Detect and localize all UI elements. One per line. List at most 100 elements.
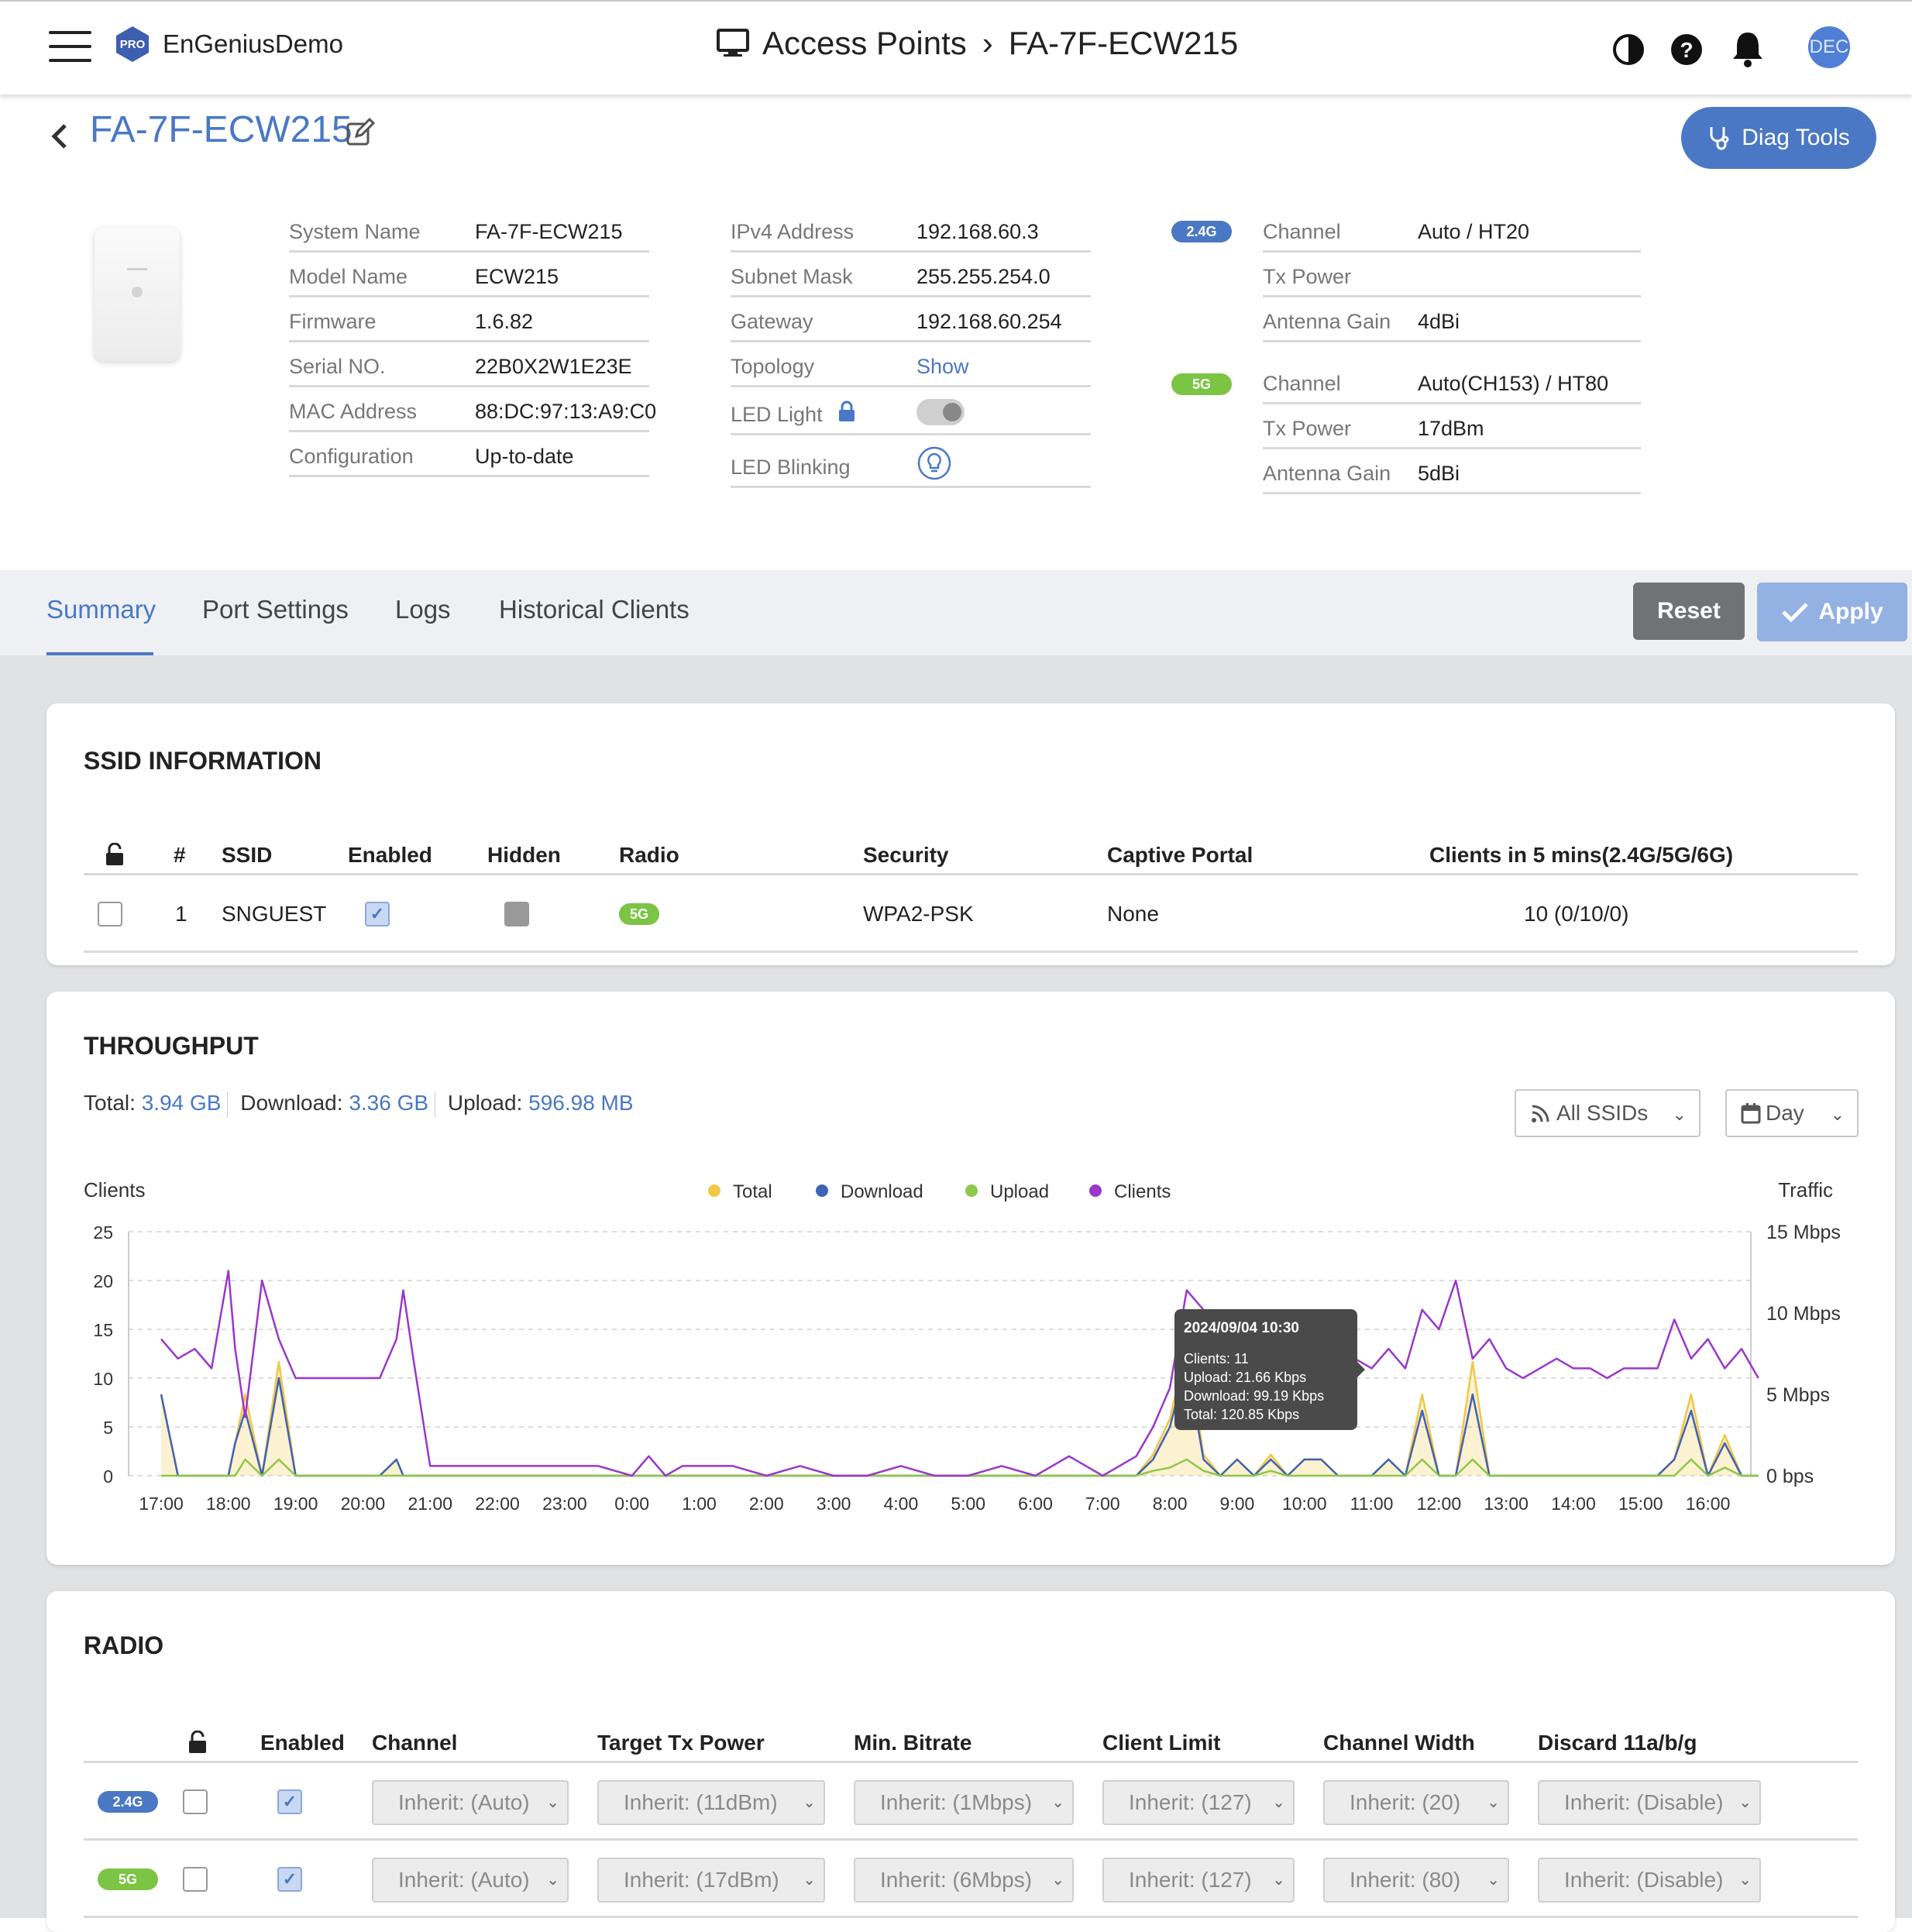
min-bitrate-select[interactable]: Inherit: (1Mbps) ⌄: [854, 1780, 1074, 1825]
chevron-down-icon: ⌄: [1048, 1870, 1064, 1889]
table-row: 5G ✓ Inherit: (Auto) ⌄ Inherit: (17dBm) ⌄ …: [84, 1841, 1858, 1918]
tx-power-select[interactable]: Inherit: (17dBm) ⌄: [597, 1858, 825, 1903]
chevron-down-icon: ⌄: [1735, 1793, 1752, 1812]
unlock-icon[interactable]: [187, 1731, 208, 1754]
y-tick-right: 0 bps: [1766, 1466, 1814, 1487]
menu-icon[interactable]: [49, 31, 91, 62]
legend-marker: [965, 1184, 978, 1197]
breadcrumb-device: FA-7F-ECW215: [1008, 25, 1239, 61]
led-light-label: LED Light: [731, 403, 823, 426]
svg-text:?: ?: [1680, 38, 1693, 62]
topology-link[interactable]: Show: [916, 355, 969, 379]
enabled-checkbox[interactable]: ✓: [365, 902, 390, 926]
gateway-value: 192.168.60.254: [916, 310, 1062, 333]
page-title: Access Points › FA-7F-ECW215: [716, 25, 1238, 62]
breadcrumb-separator: ›: [982, 25, 993, 61]
legend-label: Clients: [1114, 1181, 1171, 1202]
row-ssid: SNGUEST: [222, 902, 327, 926]
row-select-checkbox[interactable]: [183, 1789, 208, 1814]
antenna-24-value: 4dBi: [1418, 310, 1460, 333]
top-bar: PRO EnGeniusDemo Access Points › FA-7F-E…: [0, 0, 1912, 95]
reset-button[interactable]: Reset: [1633, 583, 1745, 640]
y-tick-left: 20: [93, 1271, 113, 1291]
discard-select[interactable]: Inherit: (Disable) ⌄: [1538, 1780, 1761, 1825]
config-label: Configuration: [289, 445, 414, 468]
tab-summary[interactable]: Summary: [46, 595, 156, 624]
channel-width-select[interactable]: Inherit: (80) ⌄: [1323, 1858, 1509, 1903]
led-light-toggle[interactable]: [916, 399, 965, 425]
x-tick: 14:00: [1551, 1494, 1596, 1514]
x-tick: 9:00: [1220, 1494, 1255, 1514]
channel-width-select[interactable]: Inherit: (20) ⌄: [1323, 1780, 1509, 1825]
avatar[interactable]: DEC: [1808, 26, 1850, 68]
col-hidden: Hidden: [487, 843, 561, 867]
throughput-chart: Clients Traffic Total Download Upload Clients…: [84, 1178, 1841, 1514]
x-tick: 3:00: [817, 1494, 851, 1514]
channel-24-value: Auto / HT20: [1418, 220, 1530, 243]
x-tick: 7:00: [1085, 1494, 1120, 1514]
led-blinking-label: LED Blinking: [731, 455, 851, 479]
y-tick-left: 10: [93, 1369, 113, 1389]
channel-5-label: Channel: [1263, 372, 1341, 395]
tx-power-select[interactable]: Inherit: (11dBm) ⌄: [597, 1780, 825, 1825]
tab-bar: Summary Port Settings Logs Historical Cl…: [0, 570, 1912, 655]
org-name[interactable]: EnGeniusDemo: [163, 29, 343, 59]
discard-select[interactable]: Inherit: (Disable) ⌄: [1538, 1858, 1761, 1903]
chevron-down-icon: ⌄: [1269, 1870, 1285, 1889]
y-axis-label-left: Clients: [84, 1178, 145, 1201]
x-tick: 0:00: [614, 1494, 649, 1514]
bell-icon[interactable]: [1731, 29, 1765, 68]
help-icon[interactable]: ?: [1670, 33, 1704, 67]
x-tick: 20:00: [341, 1494, 386, 1514]
x-tick: 17:00: [139, 1494, 184, 1514]
chevron-down-icon: ⌄: [800, 1870, 816, 1889]
lock-icon[interactable]: [837, 400, 856, 422]
row-security: WPA2-PSK: [863, 902, 974, 926]
gateway-label: Gateway: [731, 310, 813, 333]
channel-5-value: Auto(CH153) / HT80: [1418, 372, 1609, 395]
edit-icon[interactable]: [346, 118, 375, 147]
tooltip-download: Download: 99.19 Kbps: [1184, 1388, 1324, 1404]
client-limit-select[interactable]: Inherit: (127) ⌄: [1102, 1780, 1295, 1825]
row-select-checkbox[interactable]: [183, 1867, 208, 1892]
unlock-icon[interactable]: [104, 843, 126, 866]
antenna-5-value: 5dBi: [1418, 462, 1460, 485]
legend-marker: [708, 1184, 720, 1197]
client-limit-select[interactable]: Inherit: (127) ⌄: [1102, 1858, 1295, 1903]
breadcrumb-section[interactable]: Access Points: [762, 25, 967, 62]
enabled-checkbox[interactable]: ✓: [277, 1867, 302, 1892]
check-icon: [1782, 603, 1809, 623]
x-tick: 12:00: [1417, 1494, 1462, 1514]
x-tick: 23:00: [542, 1494, 587, 1514]
row-select-checkbox[interactable]: [98, 902, 122, 926]
firmware-value: 1.6.82: [475, 310, 534, 333]
enabled-checkbox[interactable]: ✓: [277, 1789, 302, 1814]
chevron-down-icon: ⌄: [1735, 1870, 1752, 1889]
y-tick-left: 25: [93, 1222, 113, 1243]
contrast-icon[interactable]: [1611, 33, 1645, 67]
tab-logs[interactable]: Logs: [395, 595, 451, 624]
col-num: #: [174, 843, 186, 867]
tab-historical-clients[interactable]: Historical Clients: [499, 595, 689, 624]
tooltip-total: Total: 120.85 Kbps: [1184, 1407, 1299, 1422]
y-tick-right: 10 Mbps: [1766, 1303, 1841, 1325]
tab-port-settings[interactable]: Port Settings: [202, 595, 349, 624]
throughput-card: THROUGHPUT Total: 3.94 GB Download: 3.36…: [46, 992, 1895, 1565]
tooltip-upload: Upload: 21.66 Kbps: [1184, 1370, 1306, 1385]
back-icon[interactable]: [48, 121, 71, 152]
apply-button[interactable]: Apply: [1757, 583, 1907, 641]
hidden-checkbox[interactable]: [504, 902, 529, 926]
series-area: [161, 1346, 1759, 1476]
channel-select[interactable]: Inherit: (Auto) ⌄: [372, 1858, 569, 1903]
lightbulb-icon[interactable]: [916, 445, 952, 481]
ssid-title: SSID INFORMATION: [84, 747, 322, 775]
min-bitrate-select[interactable]: Inherit: (6Mbps) ⌄: [854, 1858, 1074, 1903]
table-row: 2.4G ✓ Inherit: (Auto) ⌄ Inherit: (11dBm)…: [84, 1763, 1858, 1841]
chart-tooltip: 2024/09/04 10:30 Clients: 11 Upload: 21.…: [1174, 1309, 1365, 1430]
ssid-table-header: # SSID Enabled Hidden Radio Security Cap…: [84, 835, 1858, 875]
x-tick: 22:00: [475, 1494, 520, 1514]
x-tick: 4:00: [884, 1494, 919, 1514]
channel-select[interactable]: Inherit: (Auto) ⌄: [372, 1780, 569, 1825]
diag-tools-button[interactable]: Diag Tools: [1681, 107, 1876, 169]
tooltip-clients: Clients: 11: [1184, 1351, 1249, 1366]
